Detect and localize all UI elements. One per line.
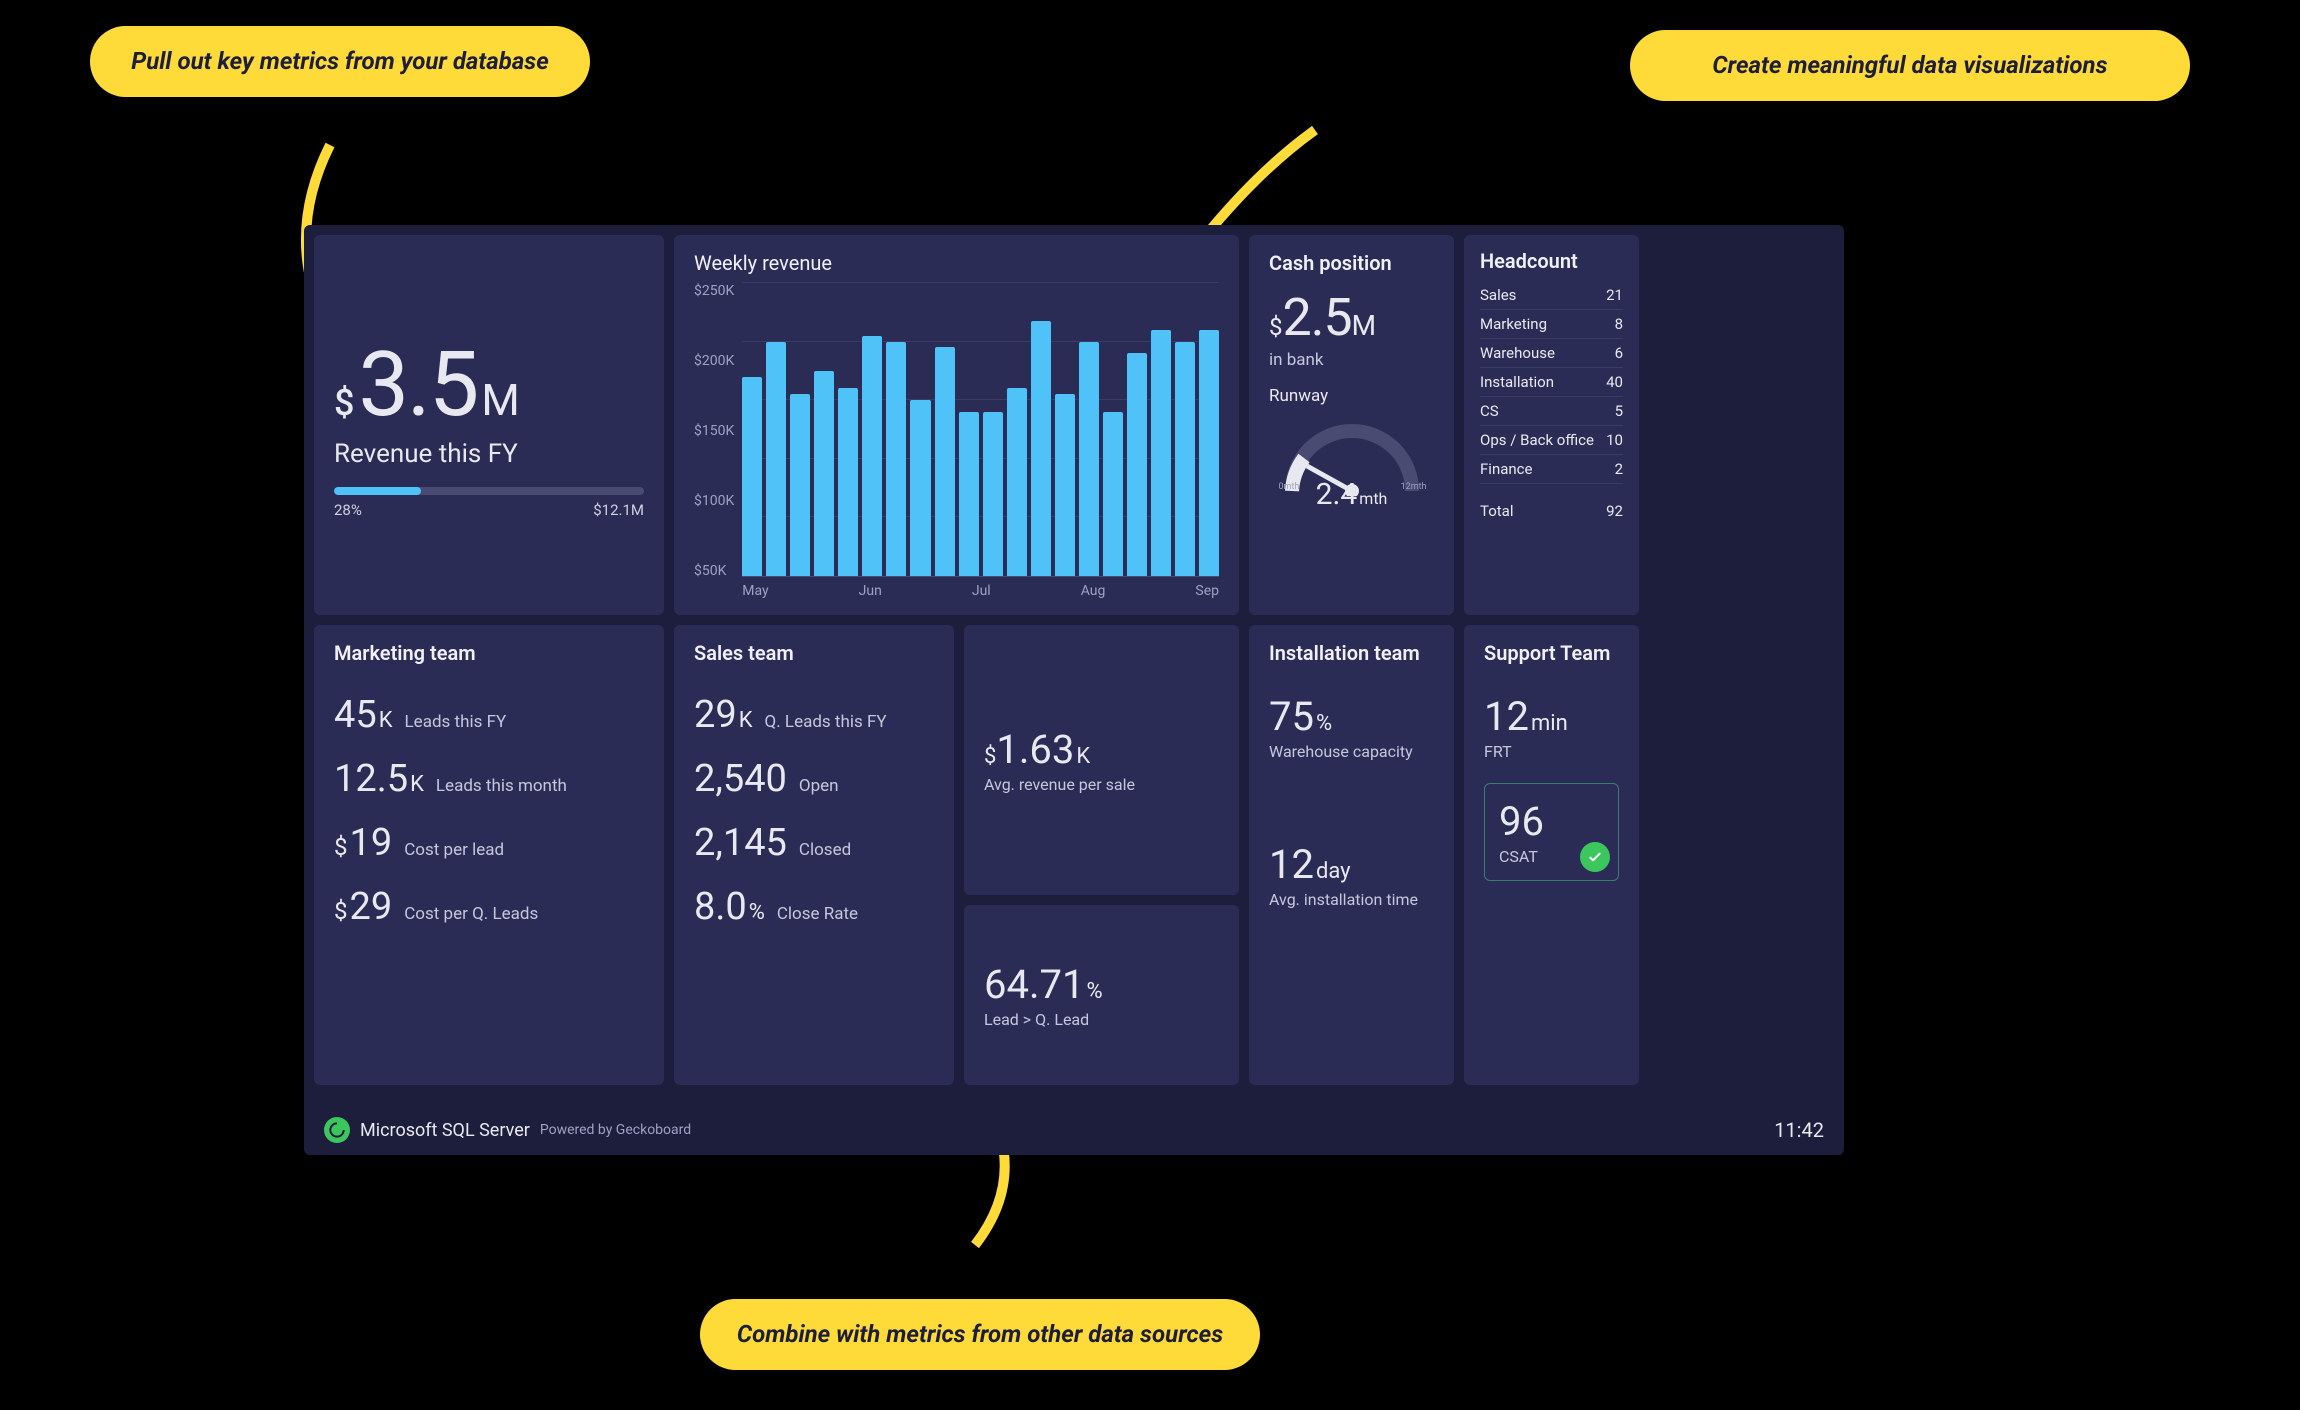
- bar: [1079, 342, 1099, 576]
- chart-title: Weekly revenue: [694, 251, 1219, 275]
- progress-fill: [334, 487, 421, 495]
- revenue-card: $ 3.5 M Revenue this FY 28% $12.1M: [314, 235, 664, 615]
- annotation-3: Combine with metrics from other data sou…: [700, 1299, 1260, 1370]
- lead-conversion-card: 64.71 % Lead > Q. Lead: [964, 905, 1239, 1085]
- progress-track: [334, 487, 644, 495]
- bar: [1175, 342, 1195, 576]
- footer-powered: Powered by Geckoboard: [540, 1122, 691, 1138]
- install-title: Installation team: [1269, 641, 1434, 665]
- bar: [814, 371, 834, 576]
- footer-clock: 11:42: [1774, 1118, 1824, 1142]
- bar: [790, 394, 810, 576]
- bar: [742, 377, 762, 576]
- y-axis: $250K $200K $150K $100K $50K: [694, 283, 742, 599]
- check-icon: [1580, 842, 1610, 872]
- headcount-row: Warehouse6: [1480, 339, 1623, 368]
- revenue-label: Revenue this FY: [334, 439, 644, 469]
- bar: [766, 342, 786, 576]
- progress-target: $12.1M: [593, 501, 644, 519]
- headcount-row: Ops / Back office10: [1480, 426, 1623, 455]
- bar: [1055, 394, 1075, 576]
- csat-box: 96 CSAT: [1484, 783, 1619, 881]
- marketing-title: Marketing team: [334, 641, 644, 665]
- bar: [1151, 330, 1171, 576]
- runway-gauge: 0mth 12mth 2.4 mth: [1277, 416, 1427, 496]
- x-axis: May Jun Jul Aug Sep: [742, 577, 1219, 599]
- marketing-card: Marketing team 45KLeads this FY 12.5KLea…: [314, 625, 664, 1085]
- support-title: Support Team: [1484, 641, 1619, 665]
- headcount-card: Headcount Sales21Marketing8Warehouse6Ins…: [1464, 235, 1639, 615]
- revenue-suffix: M: [481, 374, 519, 426]
- progress-pct: 28%: [334, 501, 362, 519]
- headcount-row: Finance2: [1480, 455, 1623, 484]
- dashboard: $ 3.5 M Revenue this FY 28% $12.1M Weekl…: [304, 225, 1844, 1155]
- bar: [1103, 412, 1123, 576]
- headcount-row: CS5: [1480, 397, 1623, 426]
- sales-card: Sales team 29KQ. Leads this FY 2,540Open…: [674, 625, 954, 1085]
- bar: [935, 347, 955, 576]
- bar: [910, 400, 930, 576]
- runway-title: Runway: [1269, 386, 1434, 406]
- headcount-title: Headcount: [1480, 249, 1623, 273]
- bar: [838, 388, 858, 576]
- sales-title: Sales team: [694, 641, 934, 665]
- bar-chart: [742, 283, 1219, 577]
- cash-sublabel: in bank: [1269, 350, 1434, 370]
- annotation-1: Pull out key metrics from your database: [90, 26, 590, 97]
- installation-card: Installation team 75% Warehouse capacity…: [1249, 625, 1454, 1085]
- annotation-2: Create meaningful data visualizations: [1630, 30, 2190, 101]
- bar: [983, 412, 1003, 576]
- bar: [1199, 330, 1219, 576]
- weekly-revenue-card: Weekly revenue $250K $200K $150K $100K $…: [674, 235, 1239, 615]
- headcount-row: Marketing8: [1480, 310, 1623, 339]
- bar: [1031, 321, 1051, 576]
- avg-revenue-card: $ 1.63 K Avg. revenue per sale: [964, 625, 1239, 895]
- revenue-prefix: $: [334, 382, 354, 424]
- headcount-row: Installation40: [1480, 368, 1623, 397]
- support-card: Support Team 12min FRT 96 CSAT: [1464, 625, 1639, 1085]
- revenue-value: 3.5: [358, 332, 477, 437]
- cash-position-card: Cash position $ 2.5 M in bank Runway 0mt…: [1249, 235, 1454, 615]
- dashboard-footer: Microsoft SQL Server Powered by Geckoboa…: [324, 1117, 1824, 1143]
- bar: [862, 336, 882, 576]
- headcount-row: Sales21: [1480, 281, 1623, 310]
- bar: [1127, 353, 1147, 576]
- source-icon: [324, 1117, 350, 1143]
- bar: [886, 342, 906, 576]
- bar: [1007, 388, 1027, 576]
- footer-source: Microsoft SQL Server: [360, 1120, 530, 1141]
- bar: [959, 412, 979, 576]
- cash-title: Cash position: [1269, 251, 1434, 275]
